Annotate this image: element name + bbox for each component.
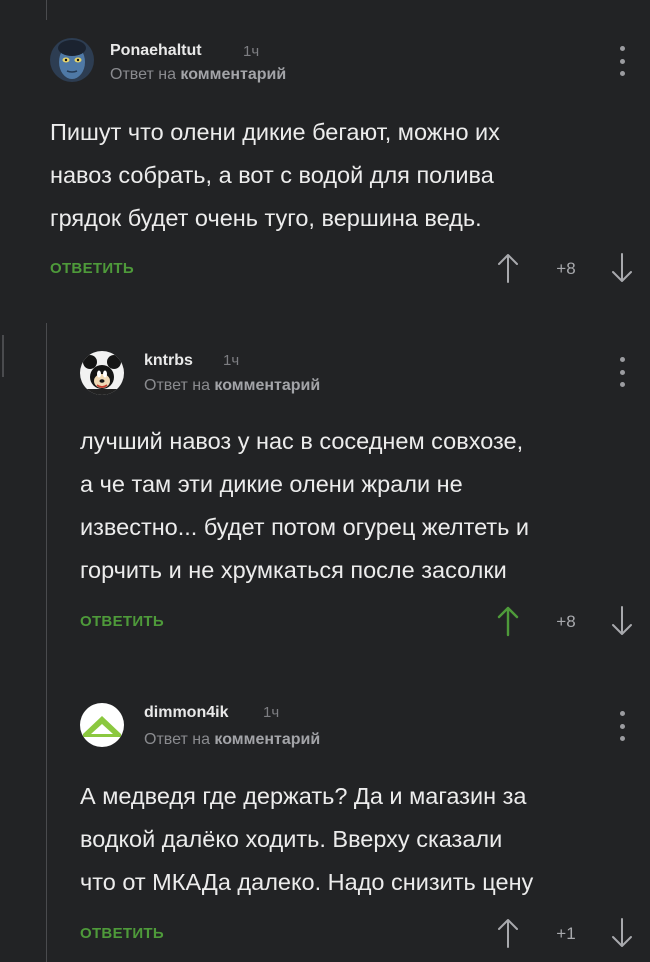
more-options-icon[interactable] — [617, 357, 627, 387]
username[interactable]: dimmon4ik — [144, 704, 228, 722]
comment-text: Пишут что олени дикие бегают, можно их н… — [50, 111, 500, 240]
reply-to-link[interactable]: комментарий — [214, 377, 320, 394]
comment-line: А медведя где держать? Да и магазин за — [80, 783, 527, 809]
comment-line: лучший навоз у нас в соседнем совхозе, — [80, 428, 524, 454]
reply-to-label: Ответ на комментарий — [144, 377, 320, 395]
reply-to-link[interactable]: комментарий — [180, 66, 286, 83]
timestamp: 1ч — [223, 352, 240, 369]
downvote-arrow-icon[interactable] — [610, 917, 634, 949]
upvote-arrow-icon[interactable] — [496, 605, 520, 637]
username[interactable]: Ponaehaltut — [110, 42, 202, 60]
reply-button[interactable]: ОТВЕТИТЬ — [80, 925, 164, 942]
reply-to-link[interactable]: комментарий — [214, 731, 320, 748]
comment-line: Пишут что олени дикие бегают, можно их — [50, 119, 500, 145]
more-options-icon[interactable] — [617, 46, 627, 76]
downvote-arrow-icon[interactable] — [610, 605, 634, 637]
thread-line — [46, 0, 47, 20]
thread-line[interactable] — [2, 335, 4, 377]
reply-to-label: Ответ на комментарий — [144, 731, 320, 749]
more-options-icon[interactable] — [617, 711, 627, 741]
reply-to-prefix: Ответ на — [110, 66, 181, 83]
username[interactable]: kntrbs — [144, 352, 193, 370]
reply-button[interactable]: ОТВЕТИТЬ — [80, 613, 164, 630]
upvote-arrow-icon[interactable] — [496, 917, 520, 949]
avatar-mickey-icon[interactable] — [80, 351, 124, 395]
reply-to-prefix: Ответ на — [144, 377, 215, 394]
comment-line: навоз собрать, а вот с водой для полива — [50, 162, 494, 188]
comments-page: Ponaehaltut 1ч Ответ на комментарий Пишу… — [0, 0, 650, 962]
avatar-triangle-icon[interactable] — [80, 703, 124, 747]
reply-to-prefix: Ответ на — [144, 731, 215, 748]
comment-line: горчить и не хрумкаться после засолки — [80, 557, 507, 583]
thread-line[interactable] — [46, 675, 47, 962]
downvote-arrow-icon[interactable] — [610, 252, 634, 284]
comment-text: лучший навоз у нас в соседнем совхозе, а… — [80, 420, 529, 592]
timestamp: 1ч — [263, 704, 280, 721]
comment-line: грядок будет очень туго, вершина ведь. — [50, 205, 482, 231]
reply-to-label: Ответ на комментарий — [110, 66, 286, 84]
reply-button[interactable]: ОТВЕТИТЬ — [50, 260, 134, 277]
vote-score: +1 — [556, 924, 576, 943]
upvote-arrow-icon[interactable] — [496, 252, 520, 284]
comment-line: а че там эти дикие олени жрали не — [80, 471, 463, 497]
avatar-navi-icon[interactable] — [50, 38, 94, 82]
vote-score: +8 — [556, 259, 576, 278]
comment-line: что от МКАДа далеко. Надо снизить цену — [80, 869, 534, 895]
comment-line: известно... будет потом огурец желтеть и — [80, 514, 530, 540]
vote-score: +8 — [556, 612, 576, 631]
comment-line: водкой далёко ходить. Вверху сказали — [80, 826, 503, 852]
comment-text: А медведя где держать? Да и магазин за в… — [80, 775, 533, 904]
timestamp: 1ч — [243, 43, 260, 60]
